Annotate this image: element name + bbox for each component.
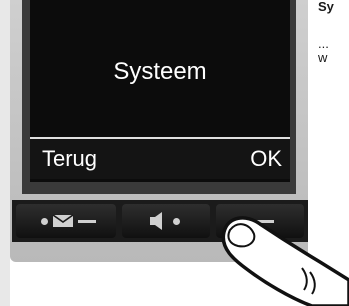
manual-text: Sy ... w	[318, 0, 349, 80]
phone-edge	[0, 0, 10, 306]
handsfree-key[interactable]	[122, 204, 210, 238]
speaker-icon	[149, 212, 162, 230]
dot-icon	[172, 217, 180, 225]
phone-scene: Systeem Terug OK Sy ... w	[0, 0, 349, 306]
phone-display: Systeem Terug OK	[30, 0, 290, 182]
finger-illustration	[221, 216, 349, 306]
ok-softkey[interactable]: OK	[250, 146, 282, 172]
manual-line: w	[318, 50, 328, 65]
back-softkey[interactable]: Terug	[42, 146, 97, 172]
manual-heading: Sy	[318, 0, 334, 14]
softkey-bar: Terug OK	[30, 137, 290, 179]
dot-icon	[40, 217, 48, 225]
message-icon	[52, 214, 73, 227]
dash-icon	[77, 219, 96, 223]
message-key[interactable]	[16, 204, 116, 238]
menu-title: Systeem	[113, 58, 207, 85]
manual-ellipsis: ...	[318, 36, 329, 51]
